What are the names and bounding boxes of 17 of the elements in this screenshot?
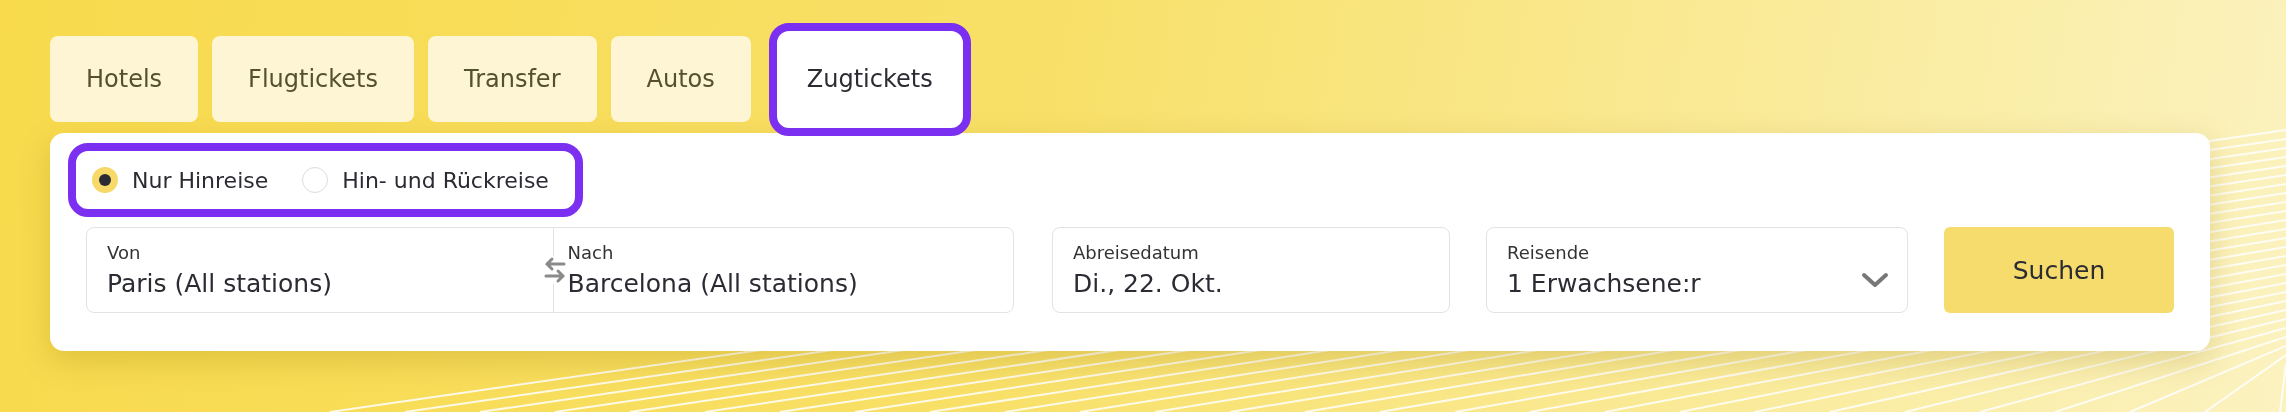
tab[interactable]: Zugtickets <box>768 22 971 136</box>
field-label: Reisende <box>1507 242 1590 263</box>
radio-label[interactable]: Hin- und Rückreise <box>342 167 549 193</box>
search-button[interactable]: Suchen <box>1944 227 2174 313</box>
field-label: Abreisedatum <box>1073 242 1199 263</box>
radio-label[interactable]: Nur Hinreise <box>132 167 269 193</box>
tab[interactable]: Autos <box>610 36 751 122</box>
tab[interactable]: Transfer <box>428 36 597 122</box>
chevron-down-icon <box>1861 272 1889 288</box>
radio-button[interactable] <box>92 167 118 193</box>
radio-button[interactable] <box>302 167 329 193</box>
tab[interactable]: Hotels <box>50 36 199 122</box>
travelers-dropdown[interactable]: Reisende 1 Erwachsene:r <box>1486 227 1908 313</box>
tab[interactable]: Flugtickets <box>212 36 414 122</box>
field-value: Di., 22. Okt. <box>1073 269 1223 298</box>
date-field[interactable]: Abreisedatum Di., 22. Okt. <box>1052 227 1450 313</box>
field-value: 1 Erwachsene:r <box>1507 269 1701 298</box>
